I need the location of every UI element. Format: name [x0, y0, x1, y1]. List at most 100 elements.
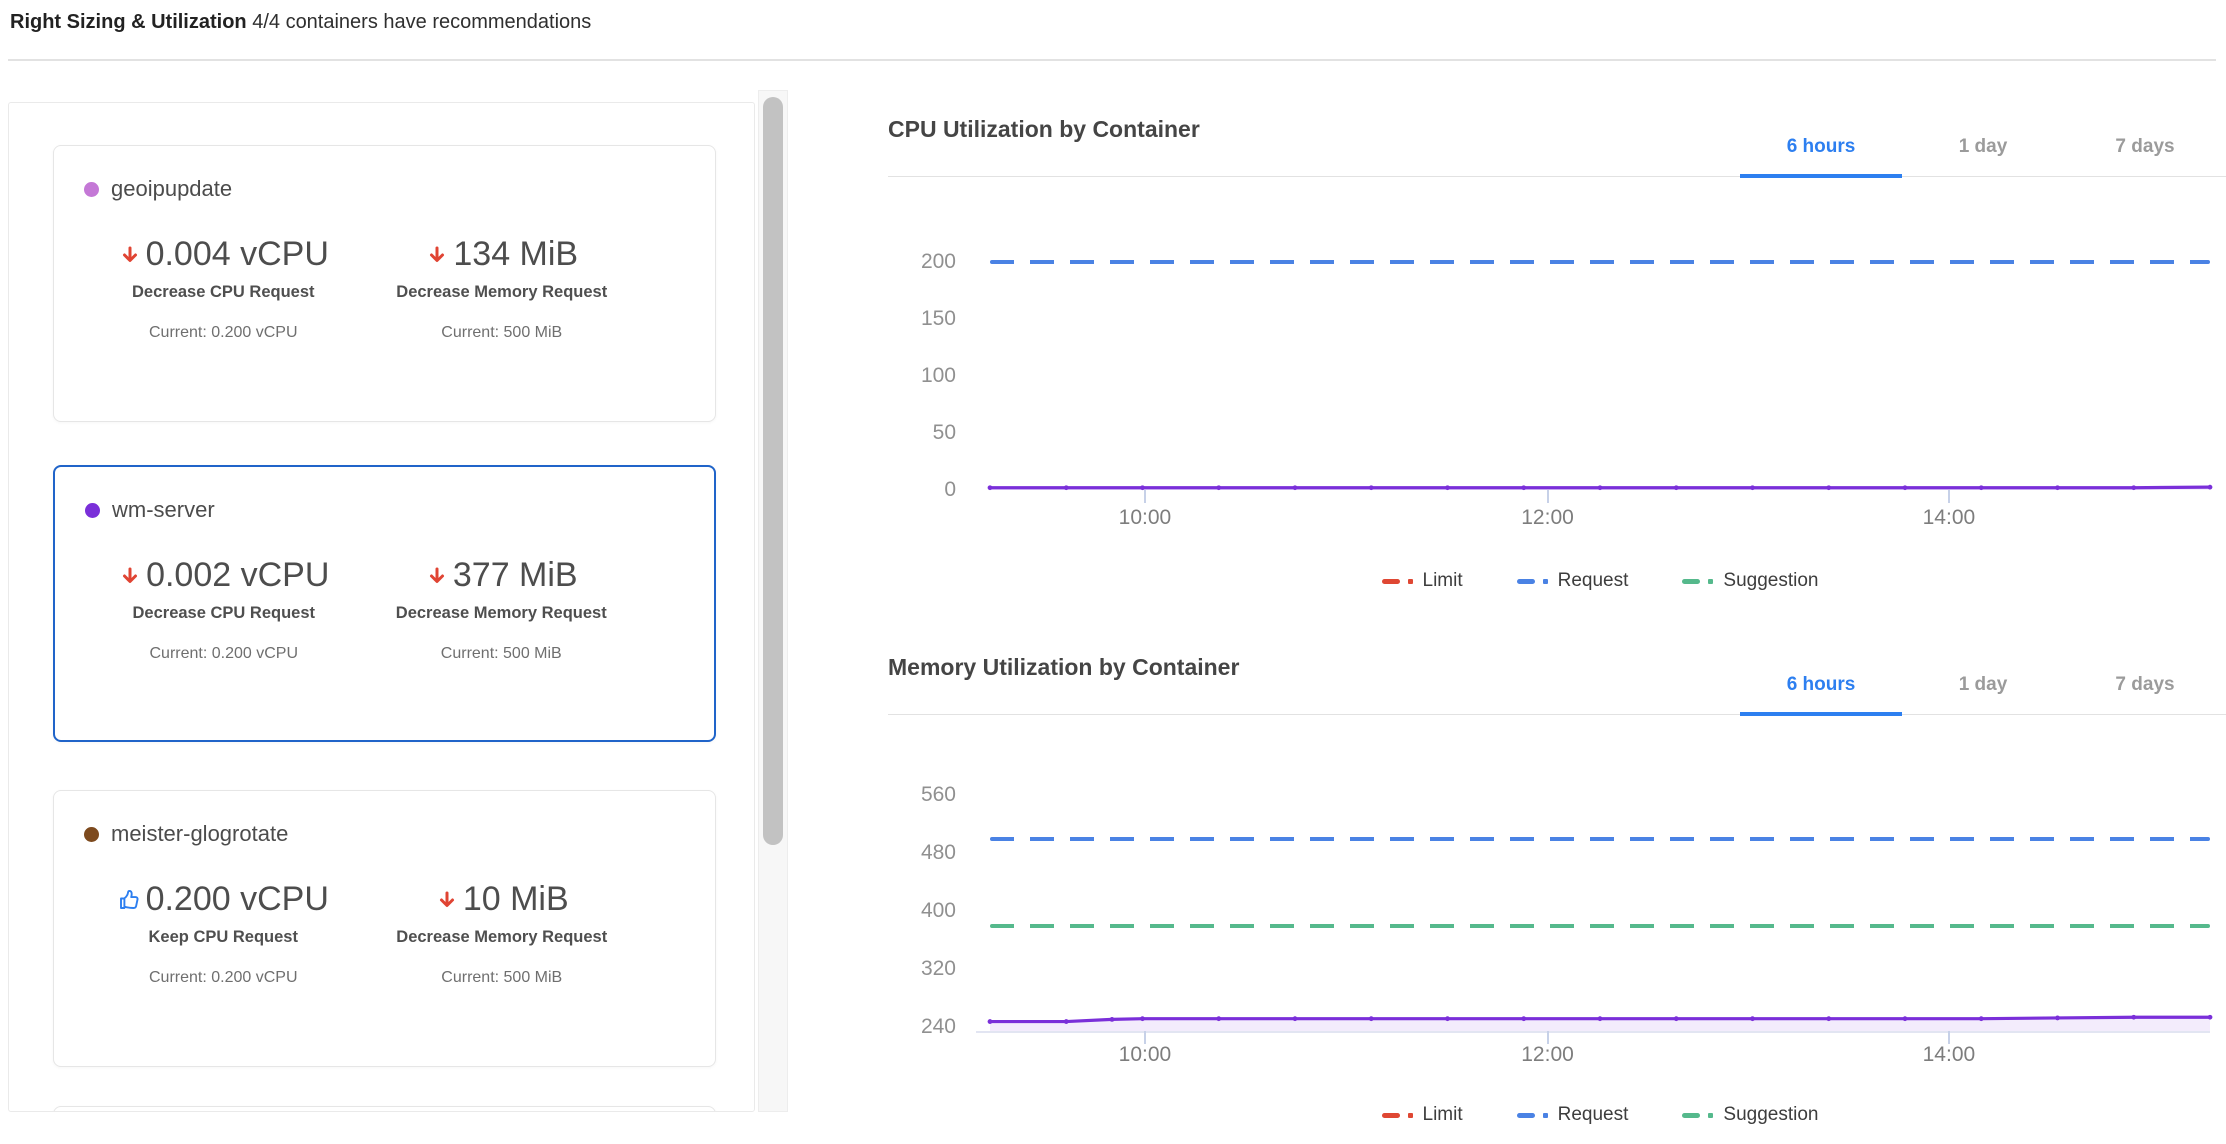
- decrease-arrow-icon: [118, 242, 142, 268]
- tab-6-hours[interactable]: 6 hours: [1740, 650, 1902, 716]
- list-scrollbar-track[interactable]: [758, 90, 788, 1112]
- decrease-arrow-icon: [425, 563, 449, 589]
- y-tick-label: 560: [868, 783, 956, 807]
- tab-6-hours[interactable]: 6 hours: [1740, 112, 1902, 178]
- legend-dash-swatch: [1517, 579, 1535, 584]
- recommendation-metrics: 0.004 vCPU Decrease CPU Request Current: 0…: [84, 236, 697, 342]
- legend-suggestion: Suggestion: [1682, 570, 1818, 592]
- cpu-recommended-value: 0.004 vCPU: [118, 236, 329, 273]
- x-tick-mark: [1144, 490, 1146, 503]
- memory-action-label: Decrease Memory Request: [363, 604, 641, 623]
- legend-dot-swatch: [1408, 1113, 1413, 1118]
- header-divider: [8, 59, 2216, 61]
- memory-current-value: Current: 500 MiB: [363, 324, 642, 342]
- decrease-arrow-icon: [435, 887, 459, 913]
- container-card-geoipupdate[interactable]: geoipupdate 0.004 vCPU Decrease CPU Reques…: [53, 145, 716, 422]
- x-tick-label: 10:00: [1119, 506, 1172, 530]
- tab-1-day[interactable]: 1 day: [1902, 112, 2064, 178]
- memory-recommendation: 377 MiBDecrease Memory RequestCurrent: 5…: [363, 557, 641, 663]
- legend-dash-swatch: [1682, 1113, 1700, 1118]
- cpu-action-label: Decrease CPU Request: [85, 604, 363, 623]
- x-tick-label: 12:00: [1521, 1043, 1574, 1067]
- container-name-row: geoipupdate: [84, 176, 697, 202]
- legend-limit: Limit: [1382, 570, 1463, 592]
- x-tick-label: 12:00: [1521, 506, 1574, 530]
- memory-value-text: 10 MiB: [463, 881, 569, 918]
- container-card-wm-server[interactable]: wm-server 0.002 vCPU Decrease CPU Request C…: [53, 465, 716, 742]
- memory-recommendation: 134 MiB Decrease Memory Request Current: 5…: [363, 236, 642, 342]
- container-card[interactable]: [53, 1106, 716, 1112]
- legend-dot-swatch: [1543, 579, 1548, 584]
- cpu-value-text: 0.002 vCPU: [146, 557, 329, 594]
- y-tick-label: 100: [868, 364, 956, 388]
- decrease-arrow-icon: [425, 563, 449, 589]
- decrease-arrow-icon: [118, 563, 142, 589]
- memory-chart-title: Memory Utilization by Container: [888, 654, 1239, 681]
- memory-chart-legend: Limit Request Suggestion: [990, 1104, 2210, 1126]
- usage-series: [990, 775, 2210, 1035]
- cpu-current-value: Current: 0.200 vCPU: [84, 969, 363, 987]
- cpu-action-label: Keep CPU Request: [84, 928, 363, 947]
- cpu-value-text: 0.004 vCPU: [146, 236, 329, 273]
- container-name: geoipupdate: [111, 176, 232, 202]
- cpu-recommended-value: 0.200 vCPU: [118, 881, 329, 918]
- y-tick-label: 320: [868, 957, 956, 981]
- memory-recommended-value: 10 MiB: [435, 881, 569, 918]
- legend-request: Request: [1517, 570, 1629, 592]
- container-card-meister-glogrotate[interactable]: meister-glogrotate 0.200 vCPU Keep CPU Req…: [53, 790, 716, 1067]
- memory-chart-header: Memory Utilization by Container 6 hours1…: [888, 640, 2226, 715]
- cpu-action-label: Decrease CPU Request: [84, 283, 363, 302]
- container-color-dot: [84, 827, 99, 842]
- y-tick-label: 400: [868, 899, 956, 923]
- scrollbar-thumb[interactable]: [763, 97, 783, 845]
- decrease-arrow-icon: [118, 242, 142, 268]
- memory-recommendation: 10 MiB Decrease Memory Request Current: 50…: [363, 881, 642, 987]
- x-tick-label: 14:00: [1923, 506, 1976, 530]
- memory-action-label: Decrease Memory Request: [363, 283, 642, 302]
- legend-label: Suggestion: [1723, 1104, 1818, 1126]
- y-tick-label: 50: [868, 421, 956, 445]
- legend-dash-swatch: [1382, 579, 1400, 584]
- legend-dot-swatch: [1708, 579, 1713, 584]
- y-tick-label: 150: [868, 307, 956, 331]
- memory-value-text: 134 MiB: [453, 236, 578, 273]
- cpu-chart-title: CPU Utilization by Container: [888, 116, 1200, 143]
- page-subtitle: 4/4 containers have recommendations: [252, 11, 591, 33]
- memory-action-label: Decrease Memory Request: [363, 928, 642, 947]
- decrease-arrow-icon: [425, 242, 449, 268]
- x-tick-mark: [1948, 490, 1950, 503]
- memory-recommended-value: 134 MiB: [425, 236, 578, 273]
- legend-limit: Limit: [1382, 1104, 1463, 1126]
- cpu-value-text: 0.200 vCPU: [146, 881, 329, 918]
- container-name: wm-server: [112, 497, 215, 523]
- x-tick-label: 10:00: [1119, 1043, 1172, 1067]
- container-color-dot: [84, 182, 99, 197]
- container-name-row: wm-server: [85, 497, 696, 523]
- x-tick-mark: [1547, 490, 1549, 503]
- decrease-arrow-icon: [425, 242, 449, 268]
- tab-7-days[interactable]: 7 days: [2064, 112, 2226, 178]
- legend-label: Request: [1558, 570, 1629, 592]
- decrease-arrow-icon: [435, 887, 459, 913]
- right-sizing-page: Right Sizing & Utilization 4/4 container…: [0, 0, 2226, 1144]
- tab-7-days[interactable]: 7 days: [2064, 650, 2226, 716]
- tab-1-day[interactable]: 1 day: [1902, 650, 2064, 716]
- container-name: meister-glogrotate: [111, 821, 288, 847]
- legend-request: Request: [1517, 1104, 1629, 1126]
- legend-dot-swatch: [1543, 1113, 1548, 1118]
- cpu-recommendation: 0.002 vCPU Decrease CPU Request Current: 0…: [85, 557, 363, 663]
- recommendation-metrics: 0.002 vCPU Decrease CPU Request Current: 0…: [85, 557, 696, 663]
- memory-chart-timerange-tabs: 6 hours1 day7 days: [1740, 650, 2226, 716]
- legend-label: Limit: [1423, 1104, 1463, 1126]
- cpu-current-value: Current: 0.200 vCPU: [84, 324, 363, 342]
- legend-dash-swatch: [1517, 1113, 1535, 1118]
- legend-dot-swatch: [1708, 1113, 1713, 1118]
- legend-suggestion: Suggestion: [1682, 1104, 1818, 1126]
- y-tick-label: 200: [868, 250, 956, 274]
- cpu-recommended-value: 0.002 vCPU: [118, 557, 329, 594]
- memory-current-value: Current: 500 MiB: [363, 969, 642, 987]
- page-title-text: Right Sizing & Utilization: [10, 11, 247, 33]
- legend-dot-swatch: [1408, 579, 1413, 584]
- cpu-current-value: Current: 0.200 vCPU: [85, 645, 363, 663]
- container-name-row: meister-glogrotate: [84, 821, 697, 847]
